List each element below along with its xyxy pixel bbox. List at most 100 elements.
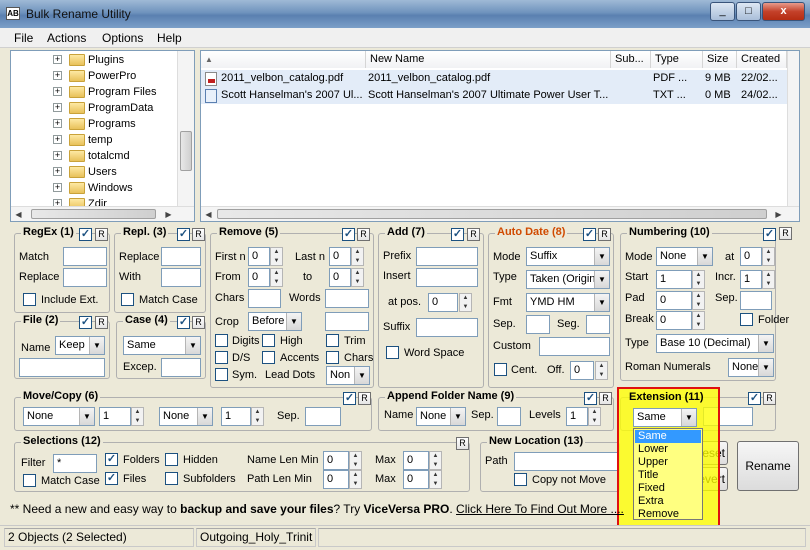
regex-reset-button[interactable]: R <box>95 228 108 241</box>
extension-option[interactable]: Remove <box>635 508 701 521</box>
scroll-left-icon[interactable]: ◀ <box>201 207 216 221</box>
tree-item[interactable]: Program Files <box>88 84 156 100</box>
levels-stepper[interactable]: ▲ ▼ <box>588 407 601 426</box>
file-name-select[interactable]: Keep ▼ <box>55 336 105 355</box>
regex-replace-input[interactable] <box>63 268 107 287</box>
case-select[interactable]: Same ▼ <box>123 336 201 355</box>
crop-input[interactable] <box>325 312 369 331</box>
move-copy-stepper-1[interactable]: ▲ ▼ <box>131 407 144 426</box>
auto-date-reset-button[interactable]: R <box>598 228 611 241</box>
numbering-start-input[interactable]: 1 <box>656 270 692 289</box>
promo-link[interactable]: Click Here To Find Out More .... <box>456 502 624 516</box>
append-folder-name-select[interactable]: None ▼ <box>416 407 466 426</box>
tree-item[interactable]: Users <box>88 164 117 180</box>
list-hscroll[interactable]: ◀ ▶ <box>201 206 799 221</box>
col-header-size[interactable]: Size <box>703 51 737 68</box>
add-reset-button[interactable]: R <box>467 228 480 241</box>
numbering-pad-stepper[interactable]: ▲ ▼ <box>692 291 705 310</box>
remove-reset-button[interactable]: R <box>357 228 370 241</box>
extension-option[interactable]: Extra <box>635 495 701 508</box>
name-len-min-stepper[interactable]: ▲ ▼ <box>349 451 362 470</box>
menu-help[interactable]: Help <box>157 31 182 45</box>
suffix-input[interactable] <box>416 318 478 337</box>
chars-input[interactable] <box>248 289 281 308</box>
append-folder-reset-button[interactable]: R <box>599 392 612 405</box>
files-checkbox[interactable]: ✓ <box>105 472 118 485</box>
words-input[interactable] <box>325 289 369 308</box>
from-input[interactable]: 0 <box>248 268 270 287</box>
from-stepper[interactable]: ▲ ▼ <box>270 268 283 287</box>
word-space-checkbox[interactable] <box>386 346 399 359</box>
subfolders-checkbox[interactable] <box>165 472 178 485</box>
copy-not-move-checkbox[interactable] <box>514 473 527 486</box>
lead-dots-select[interactable]: Non ▼ <box>326 366 370 385</box>
file-name-input[interactable] <box>19 358 105 377</box>
auto-date-enable-checkbox[interactable]: ✓ <box>583 228 596 241</box>
insert-input[interactable] <box>416 268 478 287</box>
col-header-sub[interactable]: Sub... <box>611 51 651 68</box>
list-vscroll[interactable] <box>787 51 799 206</box>
numbering-sep-input[interactable] <box>740 291 772 310</box>
extension-option[interactable]: Title <box>635 469 701 482</box>
name-len-max-stepper[interactable]: ▲ ▼ <box>429 451 442 470</box>
menu-actions[interactable]: Actions <box>47 31 86 45</box>
move-copy-reset-button[interactable]: R <box>358 392 371 405</box>
col-header-created[interactable]: Created <box>737 51 787 68</box>
file-reset-button[interactable]: R <box>95 316 108 329</box>
selections-reset-button[interactable]: R <box>456 437 469 450</box>
tree-expand-icon[interactable]: + <box>53 71 62 80</box>
roman-numerals-select[interactable]: None ▼ <box>728 358 774 377</box>
extension-dropdown-list[interactable]: Same Lower Upper Title Fixed Extra Remove <box>633 428 703 520</box>
extension-option[interactable]: Upper <box>635 456 701 469</box>
at-pos-stepper[interactable]: ▲ ▼ <box>459 293 472 312</box>
extension-option[interactable]: Fixed <box>635 482 701 495</box>
auto-date-fmt-select[interactable]: YMD HM ▼ <box>526 293 610 312</box>
numbering-at-input[interactable]: 0 <box>740 247 762 266</box>
numbering-mode-select[interactable]: None ▼ <box>656 247 713 266</box>
numbering-at-stepper[interactable]: ▲ ▼ <box>762 247 775 266</box>
move-copy-select-2[interactable]: None ▼ <box>159 407 213 426</box>
append-folder-sep-input[interactable] <box>497 407 521 426</box>
numbering-pad-input[interactable]: 0 <box>656 291 692 310</box>
crop-select[interactable]: Before ▼ <box>248 312 302 331</box>
last-n-input[interactable]: 0 <box>329 247 351 266</box>
file-list[interactable]: ▲ New Name Sub... Type Size Created 2011… <box>200 50 800 222</box>
col-header-type[interactable]: Type <box>651 51 703 68</box>
tree-vscroll[interactable] <box>177 51 194 206</box>
tree-item[interactable]: Programs <box>88 116 136 132</box>
cent-checkbox[interactable] <box>494 363 507 376</box>
numbering-incr-input[interactable]: 1 <box>740 270 762 289</box>
ds-checkbox[interactable] <box>215 351 228 364</box>
name-len-min-input[interactable]: 0 <box>323 451 349 470</box>
numbering-enable-checkbox[interactable]: ✓ <box>763 228 776 241</box>
folders-checkbox[interactable]: ✓ <box>105 453 118 466</box>
levels-input[interactable]: 1 <box>566 407 588 426</box>
add-enable-checkbox[interactable]: ✓ <box>451 228 464 241</box>
to-input[interactable]: 0 <box>329 268 351 287</box>
digits-checkbox[interactable] <box>215 334 228 347</box>
extension-option[interactable]: Lower <box>635 443 701 456</box>
path-len-max-stepper[interactable]: ▲ ▼ <box>429 470 442 489</box>
selections-match-case-checkbox[interactable] <box>23 474 36 487</box>
filter-input[interactable]: * <box>53 454 97 473</box>
off-input[interactable]: 0 <box>570 361 594 380</box>
tree-expand-icon[interactable]: + <box>53 55 62 64</box>
numbering-break-stepper[interactable]: ▲ ▼ <box>692 311 705 330</box>
repl-replace-input[interactable] <box>161 247 201 266</box>
numbering-incr-stepper[interactable]: ▲ ▼ <box>762 270 775 289</box>
move-copy-select-1[interactable]: None ▼ <box>23 407 95 426</box>
tree-hscroll[interactable]: ◀ ▶ <box>11 206 194 221</box>
tree-item[interactable]: Plugins <box>88 52 124 68</box>
numbering-break-input[interactable]: 0 <box>656 311 692 330</box>
close-button[interactable]: x <box>762 2 805 21</box>
extension-option[interactable]: Same <box>635 430 701 443</box>
auto-date-sep-input[interactable] <box>526 315 550 334</box>
tree-item[interactable]: ProgramData <box>88 100 153 116</box>
repl-match-case-checkbox[interactable] <box>121 293 134 306</box>
move-copy-num-1[interactable]: 1 <box>99 407 131 426</box>
regex-enable-checkbox[interactable]: ✓ <box>79 228 92 241</box>
menu-file[interactable]: File <box>14 31 33 45</box>
auto-date-custom-input[interactable] <box>539 337 610 356</box>
remove-enable-checkbox[interactable]: ✓ <box>342 228 355 241</box>
col-header-name[interactable]: ▲ <box>201 51 366 68</box>
